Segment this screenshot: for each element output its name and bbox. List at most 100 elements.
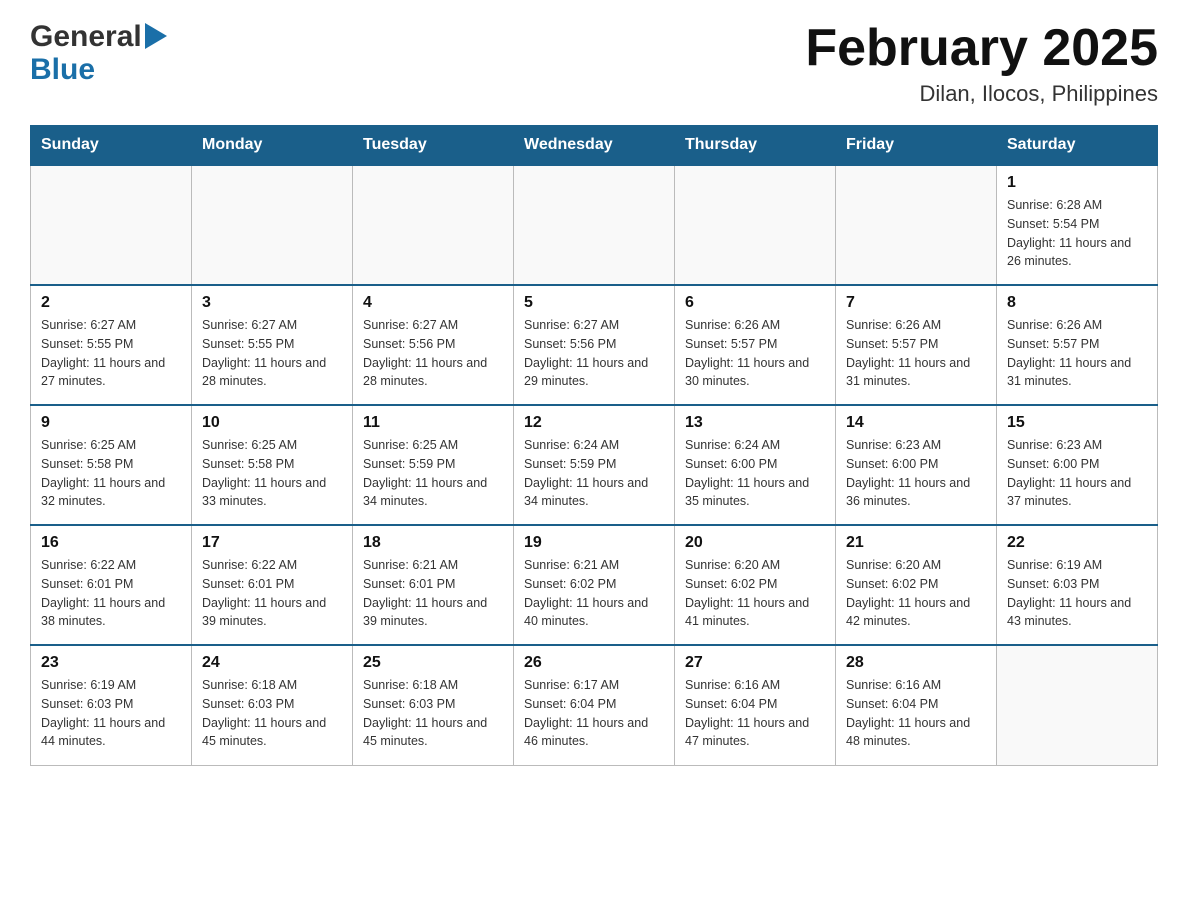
table-row	[675, 165, 836, 285]
day-number: 8	[1007, 294, 1147, 312]
table-row: 21 Sunrise: 6:20 AMSunset: 6:02 PMDayligh…	[836, 525, 997, 645]
day-info: Sunrise: 6:27 AMSunset: 5:56 PMDaylight:…	[363, 316, 503, 391]
col-saturday: Saturday	[997, 126, 1158, 166]
title-block: February 2025 Dilan, Ilocos, Philippines	[805, 20, 1158, 107]
table-row: 6 Sunrise: 6:26 AMSunset: 5:57 PMDaylight…	[675, 285, 836, 405]
day-info: Sunrise: 6:17 AMSunset: 6:04 PMDaylight:…	[524, 676, 664, 751]
table-row: 19 Sunrise: 6:21 AMSunset: 6:02 PMDayligh…	[514, 525, 675, 645]
table-row: 5Sunrise: 6:27 AMSunset: 5:56 PMDaylight…	[514, 285, 675, 405]
day-number: 1	[1007, 174, 1147, 192]
day-number: 14	[846, 414, 986, 432]
day-info: Sunrise: 6:27 AMSunset: 5:56 PMDaylight:…	[524, 316, 664, 391]
table-row: 28 Sunrise: 6:16 AMSunset: 6:04 PMDayligh…	[836, 645, 997, 765]
day-info: Sunrise: 6:27 AMSunset: 5:55 PMDaylight:…	[202, 316, 342, 391]
day-info: Sunrise: 6:19 AMSunset: 6:03 PMDaylight:…	[1007, 556, 1147, 631]
table-row: 25Sunrise: 6:18 AMSunset: 6:03 PMDayligh…	[353, 645, 514, 765]
day-number: 6	[685, 294, 825, 312]
table-row: 10Sunrise: 6:25 AMSunset: 5:58 PMDayligh…	[192, 405, 353, 525]
day-number: 19	[524, 534, 664, 552]
col-tuesday: Tuesday	[353, 126, 514, 166]
day-number: 9	[41, 414, 181, 432]
day-number: 12	[524, 414, 664, 432]
page-title: February 2025	[805, 20, 1158, 77]
table-row: 2 Sunrise: 6:27 AMSunset: 5:55 PMDaylight…	[31, 285, 192, 405]
day-info: Sunrise: 6:25 AMSunset: 5:58 PMDaylight:…	[202, 436, 342, 511]
day-number: 23	[41, 654, 181, 672]
day-info: Sunrise: 6:19 AMSunset: 6:03 PMDaylight:…	[41, 676, 181, 751]
day-number: 4	[363, 294, 503, 312]
table-row: 17Sunrise: 6:22 AMSunset: 6:01 PMDayligh…	[192, 525, 353, 645]
day-number: 28	[846, 654, 986, 672]
day-info: Sunrise: 6:27 AMSunset: 5:55 PMDaylight:…	[41, 316, 181, 391]
day-info: Sunrise: 6:26 AMSunset: 5:57 PMDaylight:…	[685, 316, 825, 391]
table-row	[31, 165, 192, 285]
day-number: 25	[363, 654, 503, 672]
calendar-week-row: 9 Sunrise: 6:25 AMSunset: 5:58 PMDaylight…	[31, 405, 1158, 525]
day-number: 21	[846, 534, 986, 552]
day-number: 20	[685, 534, 825, 552]
table-row: 15Sunrise: 6:23 AMSunset: 6:00 PMDayligh…	[997, 405, 1158, 525]
table-row: 3 Sunrise: 6:27 AMSunset: 5:55 PMDaylight…	[192, 285, 353, 405]
logo-arrow-icon	[145, 23, 167, 54]
day-info: Sunrise: 6:21 AMSunset: 6:01 PMDaylight:…	[363, 556, 503, 631]
day-number: 13	[685, 414, 825, 432]
calendar-week-row: 23 Sunrise: 6:19 AMSunset: 6:03 PMDayligh…	[31, 645, 1158, 765]
logo-blue-text: Blue	[30, 53, 95, 86]
day-info: Sunrise: 6:21 AMSunset: 6:02 PMDaylight:…	[524, 556, 664, 631]
calendar-week-row: 16Sunrise: 6:22 AMSunset: 6:01 PMDayligh…	[31, 525, 1158, 645]
col-wednesday: Wednesday	[514, 126, 675, 166]
table-row: 1 Sunrise: 6:28 AMSunset: 5:54 PMDaylight…	[997, 165, 1158, 285]
day-info: Sunrise: 6:25 AMSunset: 5:58 PMDaylight:…	[41, 436, 181, 511]
day-number: 15	[1007, 414, 1147, 432]
day-info: Sunrise: 6:22 AMSunset: 6:01 PMDaylight:…	[202, 556, 342, 631]
table-row	[192, 165, 353, 285]
day-info: Sunrise: 6:16 AMSunset: 6:04 PMDaylight:…	[685, 676, 825, 751]
table-row: 24 Sunrise: 6:18 AMSunset: 6:03 PMDayligh…	[192, 645, 353, 765]
table-row	[514, 165, 675, 285]
day-info: Sunrise: 6:20 AMSunset: 6:02 PMDaylight:…	[846, 556, 986, 631]
day-number: 27	[685, 654, 825, 672]
day-number: 18	[363, 534, 503, 552]
table-row: 8 Sunrise: 6:26 AMSunset: 5:57 PMDaylight…	[997, 285, 1158, 405]
day-number: 11	[363, 414, 503, 432]
calendar-table: Sunday Monday Tuesday Wednesday Thursday…	[30, 125, 1158, 766]
col-friday: Friday	[836, 126, 997, 166]
table-row: 20 Sunrise: 6:20 AMSunset: 6:02 PMDayligh…	[675, 525, 836, 645]
table-row: 16Sunrise: 6:22 AMSunset: 6:01 PMDayligh…	[31, 525, 192, 645]
day-info: Sunrise: 6:24 AMSunset: 5:59 PMDaylight:…	[524, 436, 664, 511]
table-row: 12 Sunrise: 6:24 AMSunset: 5:59 PMDayligh…	[514, 405, 675, 525]
day-info: Sunrise: 6:25 AMSunset: 5:59 PMDaylight:…	[363, 436, 503, 511]
day-info: Sunrise: 6:16 AMSunset: 6:04 PMDaylight:…	[846, 676, 986, 751]
table-row: 26 Sunrise: 6:17 AMSunset: 6:04 PMDayligh…	[514, 645, 675, 765]
day-info: Sunrise: 6:28 AMSunset: 5:54 PMDaylight:…	[1007, 196, 1147, 271]
calendar-header-row: Sunday Monday Tuesday Wednesday Thursday…	[31, 126, 1158, 166]
day-number: 2	[41, 294, 181, 312]
day-info: Sunrise: 6:20 AMSunset: 6:02 PMDaylight:…	[685, 556, 825, 631]
page-subtitle: Dilan, Ilocos, Philippines	[805, 81, 1158, 107]
day-info: Sunrise: 6:22 AMSunset: 6:01 PMDaylight:…	[41, 556, 181, 631]
day-info: Sunrise: 6:26 AMSunset: 5:57 PMDaylight:…	[846, 316, 986, 391]
logo: General Blue	[30, 20, 167, 86]
calendar-week-row: 2 Sunrise: 6:27 AMSunset: 5:55 PMDaylight…	[31, 285, 1158, 405]
table-row	[997, 645, 1158, 765]
table-row: 22Sunrise: 6:19 AMSunset: 6:03 PMDayligh…	[997, 525, 1158, 645]
day-info: Sunrise: 6:23 AMSunset: 6:00 PMDaylight:…	[846, 436, 986, 511]
table-row: 9 Sunrise: 6:25 AMSunset: 5:58 PMDaylight…	[31, 405, 192, 525]
table-row: 14 Sunrise: 6:23 AMSunset: 6:00 PMDayligh…	[836, 405, 997, 525]
col-monday: Monday	[192, 126, 353, 166]
table-row: 11 Sunrise: 6:25 AMSunset: 5:59 PMDayligh…	[353, 405, 514, 525]
day-number: 24	[202, 654, 342, 672]
table-row: 7Sunrise: 6:26 AMSunset: 5:57 PMDaylight…	[836, 285, 997, 405]
day-number: 26	[524, 654, 664, 672]
table-row: 23 Sunrise: 6:19 AMSunset: 6:03 PMDayligh…	[31, 645, 192, 765]
table-row: 18 Sunrise: 6:21 AMSunset: 6:01 PMDayligh…	[353, 525, 514, 645]
day-number: 3	[202, 294, 342, 312]
calendar-week-row: 1 Sunrise: 6:28 AMSunset: 5:54 PMDaylight…	[31, 165, 1158, 285]
col-sunday: Sunday	[31, 126, 192, 166]
day-info: Sunrise: 6:18 AMSunset: 6:03 PMDaylight:…	[202, 676, 342, 751]
table-row: 27 Sunrise: 6:16 AMSunset: 6:04 PMDayligh…	[675, 645, 836, 765]
table-row: 4 Sunrise: 6:27 AMSunset: 5:56 PMDaylight…	[353, 285, 514, 405]
table-row: 13Sunrise: 6:24 AMSunset: 6:00 PMDayligh…	[675, 405, 836, 525]
table-row	[836, 165, 997, 285]
day-info: Sunrise: 6:26 AMSunset: 5:57 PMDaylight:…	[1007, 316, 1147, 391]
